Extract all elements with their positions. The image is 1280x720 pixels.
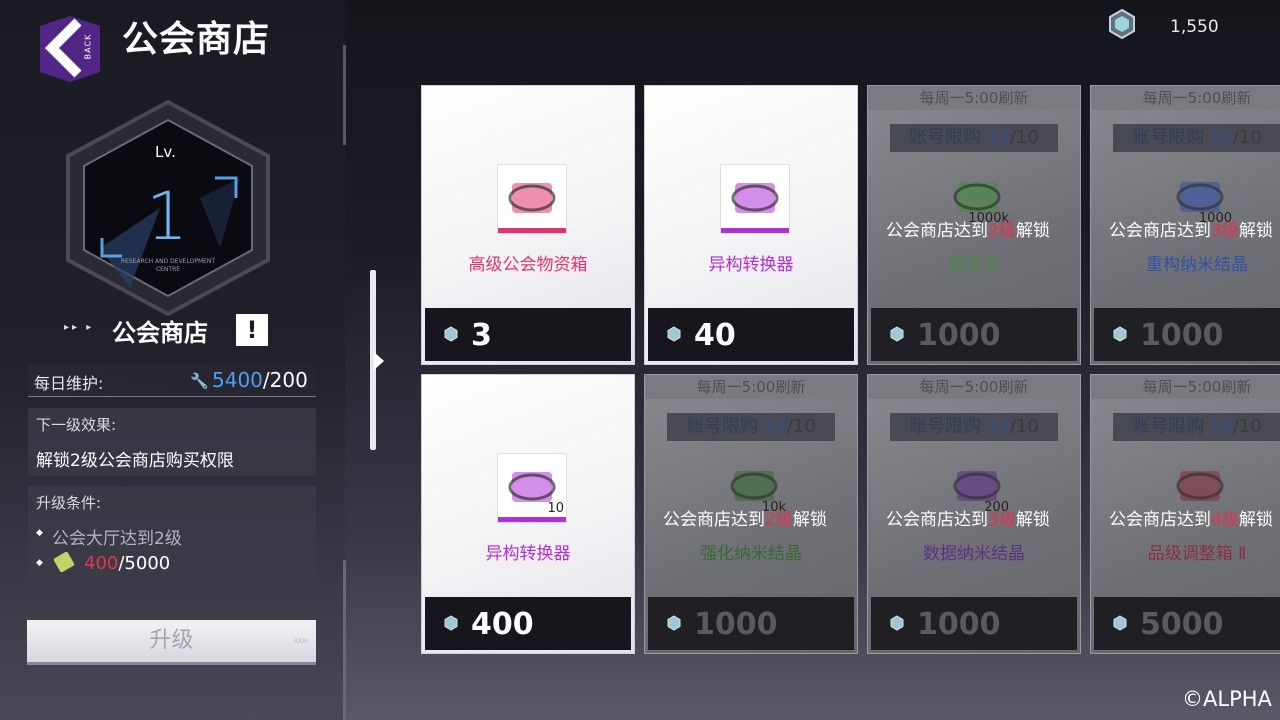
crystal-icon	[444, 615, 458, 631]
unlock-requirement: 公会商店达到3级解锁	[1109, 221, 1273, 241]
back-button[interactable]	[30, 12, 110, 84]
converter-disc-icon	[720, 164, 790, 234]
refresh-note: 每周一5:00刷新	[645, 375, 857, 399]
chevron-right-icon[interactable]	[374, 352, 384, 370]
card-decoration	[645, 86, 857, 96]
item-art	[508, 183, 556, 213]
converter-disc-icon: 10	[497, 453, 567, 523]
divider	[343, 45, 346, 145]
price-bar: 40	[648, 308, 854, 361]
price-value: 5000	[1140, 607, 1224, 642]
golden-chest-icon	[497, 164, 567, 234]
price-bar: 1000	[1094, 308, 1280, 361]
title-decoration	[120, 62, 350, 78]
unlock-requirement: 公会商店达到2级解锁	[886, 221, 1050, 241]
shop-item-card[interactable]: 每周一5:00刷新 账号限购 10/10 1000 重构纳米结晶 公会商店达到3级解锁 1…	[1091, 86, 1280, 364]
level-value: 1	[146, 178, 188, 255]
item-name: 数据纳米结晶	[923, 544, 1025, 564]
chevrons-icon: ▸▸ ▸	[64, 322, 95, 333]
info-button[interactable]: !	[236, 314, 268, 346]
item-art	[731, 183, 779, 213]
next-effect-title: 下一级效果:	[36, 416, 117, 434]
crystal-icon	[1113, 326, 1127, 342]
shop-item-card[interactable]: 高级公会物资箱 3	[422, 86, 634, 364]
page-title: 公会商店	[122, 19, 271, 60]
price-value: 1000	[1140, 318, 1224, 353]
price-value: 1000	[917, 318, 1001, 353]
price-bar: 3	[425, 308, 631, 361]
price-value: 3	[471, 318, 492, 353]
item-name: 异构转换器	[708, 255, 794, 275]
refresh-note: 每周一5:00刷新	[1091, 86, 1280, 110]
copyright: ©ALPHA	[1182, 687, 1272, 711]
item-name: 重构纳米结晶	[1146, 255, 1248, 275]
crystal-icon	[890, 326, 904, 342]
bullet-icon: ◆	[36, 528, 43, 538]
refresh-note: 每周一5:00刷新	[868, 375, 1080, 399]
purchase-limit: 账号限购 10/10	[667, 413, 835, 441]
item-name: 品级调整箱 Ⅱ	[1147, 544, 1247, 564]
shop-name: 公会商店	[112, 319, 208, 347]
shop-item-card[interactable]: 每周一5:00刷新账号限购 10/10 品级调整箱 Ⅱ 公会商店达到4级解锁 5000	[1091, 375, 1280, 653]
facility-caption: RESEARCH AND DEVELOPMENT CENTRE	[120, 258, 216, 273]
card-decoration	[422, 86, 634, 96]
crystal-icon	[1113, 615, 1127, 631]
purchase-limit: 账号限购 10/10	[1113, 413, 1280, 441]
crystal-icon	[890, 615, 904, 631]
currency-value: 1,550	[1170, 17, 1219, 37]
purchase-limit: 账号限购 10/10	[890, 413, 1058, 441]
purchase-limit: 账号限购 10/10	[1113, 124, 1280, 152]
rarity-bar	[498, 517, 566, 522]
price-value: 1000	[694, 607, 778, 642]
price-value: 1000	[917, 607, 1001, 642]
upgrade-tag: AXXI	[294, 638, 309, 645]
price-bar: 1000	[871, 597, 1077, 650]
item-name: 异构转换器	[485, 544, 571, 564]
price-value: 40	[694, 318, 736, 353]
next-effect-desc: 解锁2级公会商店购买权限	[36, 451, 234, 471]
crystal-icon	[667, 326, 681, 342]
shop-item-card[interactable]: 异构转换器 40	[645, 86, 857, 364]
condition-item: 公会大厅达到2级	[52, 529, 182, 549]
price-bar: 5000	[1094, 597, 1280, 650]
upgrade-button[interactable]: 升级	[27, 620, 316, 662]
bullet-icon: ◆	[36, 558, 43, 568]
item-name: 物资点	[948, 255, 1000, 275]
unlock-requirement: 公会商店达到2级解锁	[663, 510, 827, 530]
card-decoration	[422, 375, 634, 385]
price-value: 400	[471, 607, 534, 642]
rarity-bar	[721, 228, 789, 233]
refresh-note: 每周一5:00刷新	[1091, 375, 1280, 399]
chest-icon	[444, 326, 458, 342]
refresh-note: 每周一5:00刷新	[868, 86, 1080, 110]
conditions-title: 升级条件:	[36, 494, 102, 512]
level-label: Lv.	[155, 143, 176, 161]
price-bar: 1000	[648, 597, 854, 650]
back-label: BACK	[83, 33, 93, 60]
shop-item-card[interactable]: 每周一5:00刷新 账号限购 10/10 1000k 物资点 公会商店达到2级解锁 100…	[868, 86, 1080, 364]
shop-item-card[interactable]: 10 异构转换器 400	[422, 375, 634, 653]
maintenance-label: 每日维护:	[34, 374, 104, 393]
maintenance-value: 5400/200	[212, 368, 308, 392]
unlock-requirement: 公会商店达到3级解锁	[886, 510, 1050, 530]
price-bar: 1000	[871, 308, 1077, 361]
price-bar: 400	[425, 597, 631, 650]
item-name: 高级公会物资箱	[468, 255, 588, 275]
unlock-requirement: 公会商店达到4级解锁	[1109, 510, 1273, 530]
rarity-bar	[498, 228, 566, 233]
divider	[343, 560, 346, 720]
item-name: 强化纳米结晶	[700, 544, 802, 564]
crystal-icon	[1109, 8, 1135, 40]
condition-item: 400/5000	[84, 553, 171, 574]
item-quantity: 10	[547, 501, 564, 516]
shop-item-card[interactable]: 每周一5:00刷新 账号限购 10/10 10k 强化纳米结晶 公会商店达到2级解锁 10…	[645, 375, 857, 653]
shop-item-card[interactable]: 每周一5:00刷新 账号限购 10/10 200 数据纳米结晶 公会商店达到3级解锁 10…	[868, 375, 1080, 653]
wrench-icon: 🔧	[190, 372, 209, 390]
crystal-icon	[667, 615, 681, 631]
purchase-limit: 账号限购 10/10	[890, 124, 1058, 152]
